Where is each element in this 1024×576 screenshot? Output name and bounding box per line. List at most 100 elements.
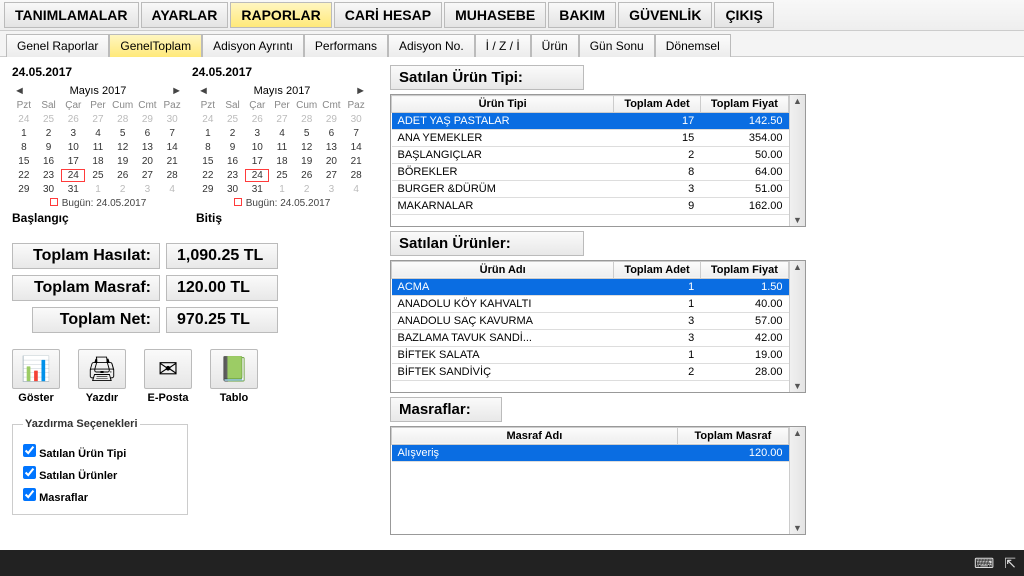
cal-day[interactable]: 31 <box>61 183 85 196</box>
cal-day[interactable]: 16 <box>221 155 245 168</box>
tab-8[interactable]: Dönemsel <box>655 34 731 57</box>
menu-bakim[interactable]: BAKIM <box>548 2 616 28</box>
cal-day[interactable]: 26 <box>111 169 135 182</box>
cal-day[interactable]: 28 <box>295 113 319 126</box>
table-row[interactable]: BAZLAMA TAVUK SANDİ...342.00 <box>392 329 789 346</box>
show-button[interactable]: 📊 Göster <box>12 349 60 404</box>
cal-day[interactable]: 29 <box>12 183 36 196</box>
opt-products[interactable]: Satılan Ürünler <box>23 466 177 482</box>
email-button[interactable]: ✉ E-Posta <box>144 349 192 404</box>
cal-day[interactable]: 28 <box>344 169 368 182</box>
cal-day[interactable]: 27 <box>320 169 344 182</box>
cal-prev-icon[interactable]: ◄ <box>14 85 25 97</box>
cal-day[interactable]: 19 <box>295 155 319 168</box>
menu-cari̇ hesap[interactable]: CARİ HESAP <box>334 2 442 28</box>
tab-1[interactable]: GenelToplam <box>109 34 202 57</box>
cal-day[interactable]: 26 <box>295 169 319 182</box>
cal-day[interactable]: 3 <box>320 183 344 196</box>
cal-day[interactable]: 4 <box>86 127 110 140</box>
cal-day[interactable]: 2 <box>37 127 61 140</box>
cal-day[interactable]: 4 <box>270 127 294 140</box>
cal-day[interactable]: 5 <box>295 127 319 140</box>
calendar-start[interactable]: ◄ Mayıs 2017 ► PztSalÇarPerCumCmtPaz2425… <box>12 85 184 209</box>
cal-day[interactable]: 30 <box>221 183 245 196</box>
print-button[interactable]: 🖨 Yazdır <box>78 349 126 404</box>
cal-day[interactable]: 9 <box>221 141 245 154</box>
grid-products[interactable]: Ürün AdıToplam AdetToplam FiyatACMA11.50… <box>390 260 806 393</box>
cal-day[interactable]: 25 <box>270 169 294 182</box>
cal-day[interactable]: 6 <box>136 127 160 140</box>
menu-güvenli̇k[interactable]: GÜVENLİK <box>618 2 712 28</box>
cal-day[interactable]: 26 <box>245 113 269 126</box>
scrollbar[interactable] <box>789 261 805 392</box>
cal-day[interactable]: 20 <box>136 155 160 168</box>
tab-3[interactable]: Performans <box>304 34 388 57</box>
cal-day[interactable]: 14 <box>160 141 184 154</box>
cal-day[interactable]: 4 <box>344 183 368 196</box>
cal-day[interactable]: 18 <box>270 155 294 168</box>
tab-4[interactable]: Adisyon No. <box>388 34 475 57</box>
cal-day[interactable]: 5 <box>111 127 135 140</box>
table-row[interactable]: BİFTEK SANDİVİÇ228.00 <box>392 363 789 380</box>
cal-day[interactable]: 30 <box>37 183 61 196</box>
cal-day[interactable]: 7 <box>160 127 184 140</box>
cal-day[interactable]: 1 <box>196 127 220 140</box>
cal-day[interactable]: 17 <box>245 155 269 168</box>
cal-day[interactable]: 2 <box>221 127 245 140</box>
cal-day[interactable]: 25 <box>221 113 245 126</box>
table-row[interactable]: ANA YEMEKLER15354.00 <box>392 130 789 147</box>
grid-product-types[interactable]: Ürün TipiToplam AdetToplam FiyatADET YAŞ… <box>390 94 806 227</box>
cal-day[interactable]: 8 <box>12 141 36 154</box>
cal-day[interactable]: 24 <box>12 113 36 126</box>
cal-day[interactable]: 24 <box>196 113 220 126</box>
cal-day[interactable]: 30 <box>160 113 184 126</box>
cal-day[interactable]: 18 <box>86 155 110 168</box>
table-button[interactable]: 📗 Tablo <box>210 349 258 404</box>
cal-day[interactable]: 20 <box>320 155 344 168</box>
cal-day[interactable]: 29 <box>196 183 220 196</box>
menu-çikiş[interactable]: ÇIKIŞ <box>714 2 773 28</box>
cal-day[interactable]: 27 <box>270 113 294 126</box>
cal-day[interactable]: 25 <box>86 169 110 182</box>
cal-day[interactable]: 24 <box>61 169 85 182</box>
menu-muhasebe[interactable]: MUHASEBE <box>444 2 546 28</box>
cal-prev-icon[interactable]: ◄ <box>198 85 209 97</box>
cal-day[interactable]: 13 <box>136 141 160 154</box>
opt-product-type[interactable]: Satılan Ürün Tipi <box>23 444 177 460</box>
cal-day[interactable]: 2 <box>295 183 319 196</box>
table-row[interactable]: BİFTEK SALATA119.00 <box>392 346 789 363</box>
cal-day[interactable]: 1 <box>12 127 36 140</box>
cal-day[interactable]: 14 <box>344 141 368 154</box>
table-row[interactable]: ACMA11.50 <box>392 278 789 295</box>
table-row[interactable]: MAKARNALAR9162.00 <box>392 198 789 215</box>
menu-ayarlar[interactable]: AYARLAR <box>141 2 229 28</box>
cal-day[interactable]: 23 <box>221 169 245 182</box>
cal-day[interactable]: 2 <box>111 183 135 196</box>
cal-day[interactable]: 6 <box>320 127 344 140</box>
menu-raporlar[interactable]: RAPORLAR <box>230 2 331 28</box>
cal-day[interactable]: 13 <box>320 141 344 154</box>
cal-day[interactable]: 9 <box>37 141 61 154</box>
cal-day[interactable]: 1 <box>270 183 294 196</box>
cal-day[interactable]: 17 <box>61 155 85 168</box>
cal-day[interactable]: 10 <box>61 141 85 154</box>
cal-day[interactable]: 27 <box>136 169 160 182</box>
tab-5[interactable]: İ / Z / İ <box>475 34 531 57</box>
menu-tanimlamalar[interactable]: TANIMLAMALAR <box>4 2 139 28</box>
cal-day[interactable]: 31 <box>245 183 269 196</box>
cal-day[interactable]: 23 <box>37 169 61 182</box>
cal-day[interactable]: 26 <box>61 113 85 126</box>
cal-next-icon[interactable]: ► <box>171 85 182 97</box>
cal-day[interactable]: 29 <box>320 113 344 126</box>
cal-day[interactable]: 21 <box>344 155 368 168</box>
cal-today[interactable]: Bugün: 24.05.2017 <box>196 196 368 209</box>
cal-day[interactable]: 3 <box>61 127 85 140</box>
cal-day[interactable]: 16 <box>37 155 61 168</box>
cal-day[interactable]: 12 <box>295 141 319 154</box>
cal-day[interactable]: 7 <box>344 127 368 140</box>
keyboard-icon[interactable]: ⌨ <box>974 555 994 572</box>
cal-day[interactable]: 11 <box>270 141 294 154</box>
cal-day[interactable]: 25 <box>37 113 61 126</box>
cal-day[interactable]: 30 <box>344 113 368 126</box>
table-row[interactable]: ANADOLU SAÇ KAVURMA357.00 <box>392 312 789 329</box>
